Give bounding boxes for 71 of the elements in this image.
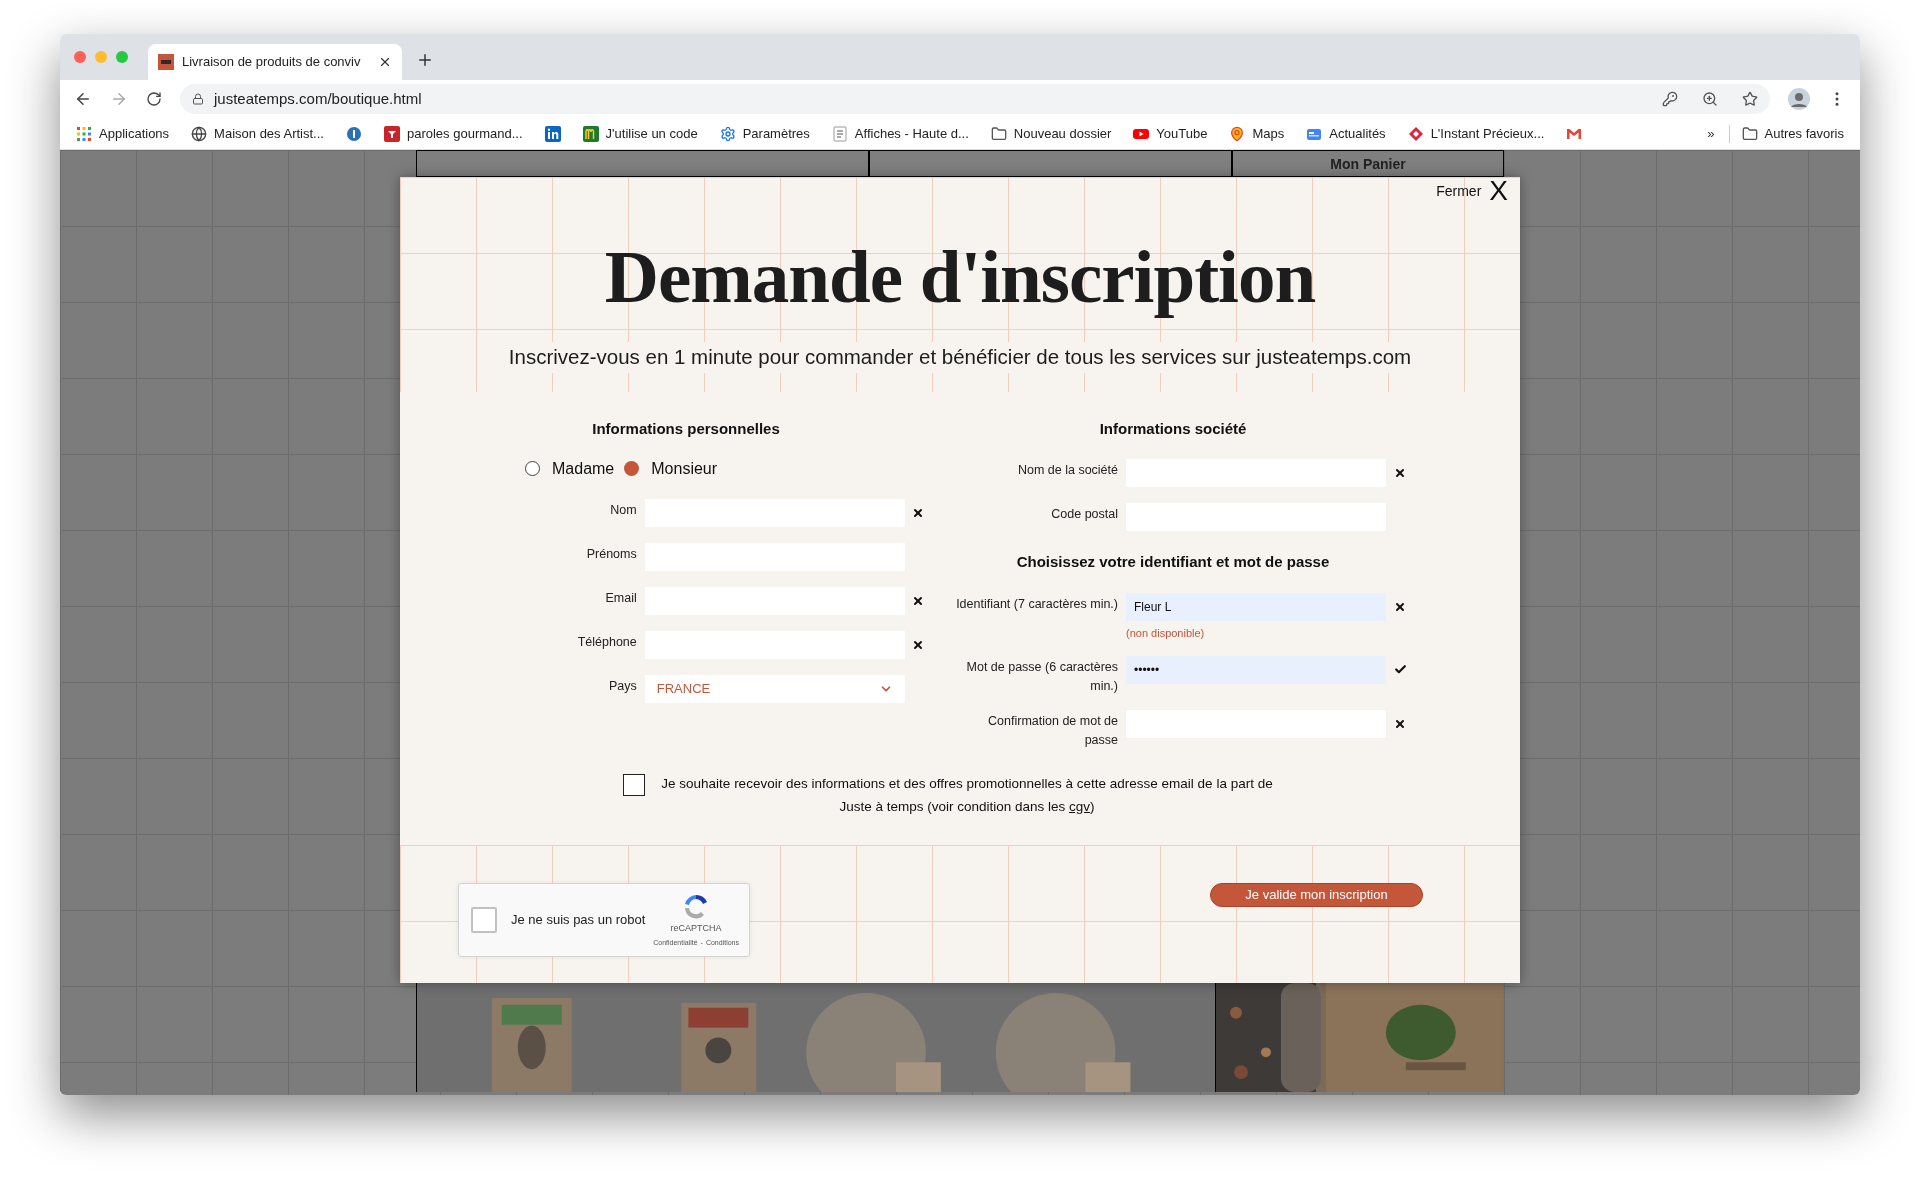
- lock-icon: [192, 93, 204, 105]
- diamond-icon: [1407, 125, 1424, 142]
- close-icon[interactable]: [378, 55, 392, 69]
- modal-subtitle: Inscrivez-vous en 1 minute pour commander et bénéficier de tous les services sur justeatemps.com: [508, 342, 1412, 373]
- field-label: Identifiant (7 caractères min.): [956, 596, 1118, 613]
- globe-icon: [191, 125, 208, 142]
- bookmark[interactable]: Nouveau dossier: [990, 123, 1112, 144]
- country-select[interactable]: FRANCE: [644, 674, 905, 703]
- newsletter-consent-text: Je souhaite recevoir des informations et des offres promotionnelles à cette adresse email de la part de Juste à temps (voir condition dans les cgv): [660, 774, 1274, 816]
- bookmark[interactable]: Paramètres: [719, 123, 810, 144]
- site-logo-icon: [158, 54, 174, 70]
- section-heading: Informations société: [1098, 419, 1248, 439]
- submit-button[interactable]: Je valide mon inscription: [1210, 883, 1423, 907]
- field-label: Nom de la société: [1017, 461, 1118, 479]
- bookmark[interactable]: YouTube: [1133, 123, 1208, 144]
- field-label: Nom: [610, 501, 637, 519]
- gear-icon: [719, 125, 736, 142]
- section-heading: Choisissez votre identifiant et mot de passe: [1015, 551, 1331, 572]
- bookmark[interactable]: L'Instant Précieux...: [1407, 123, 1545, 144]
- field-label: Mot de passe (6 caractères min.): [965, 658, 1118, 695]
- zoom-icon[interactable]: [1702, 91, 1718, 107]
- bookmark[interactable]: Maison des Artist...: [191, 123, 324, 144]
- bookmark[interactable]: Applications: [76, 123, 170, 144]
- bookmark[interactable]: Actualités: [1306, 123, 1386, 144]
- bookmark[interactable]: Maps: [1229, 123, 1285, 144]
- bookmark[interactable]: [544, 125, 561, 142]
- field-label: Prénoms: [586, 545, 637, 563]
- star-icon[interactable]: [1742, 91, 1758, 107]
- folder-icon: [1741, 125, 1758, 142]
- address-bar[interactable]: justeatemps.com/boutique.html: [180, 84, 1770, 114]
- captcha-brand: reCAPTCHA: [670, 922, 722, 935]
- map-pin-icon: [1229, 125, 1246, 142]
- more-bookmarks-button[interactable]: »: [1707, 123, 1715, 144]
- close-button[interactable]: X: [1489, 177, 1508, 205]
- text-field[interactable]: ••••••: [1126, 655, 1386, 684]
- cart-label[interactable]: Mon Panier: [1330, 157, 1406, 176]
- apps-grid-icon: [76, 125, 92, 142]
- folder-icon: [990, 125, 1007, 142]
- text-field[interactable]: Fleur L: [1126, 593, 1386, 621]
- bookmark[interactable]: J'utilise un code: [582, 123, 698, 144]
- bookmark[interactable]: Autres favoris: [1741, 123, 1844, 144]
- radio-option[interactable]: Madame: [525, 456, 615, 481]
- bookmark[interactable]: Affiches - Haute d...: [831, 123, 969, 144]
- close-label[interactable]: Fermer: [1436, 180, 1482, 202]
- flag-square-icon: [383, 125, 400, 142]
- field-label: Email: [605, 589, 637, 607]
- captcha-label: Je ne suis pas un robot: [511, 911, 647, 930]
- field-label: Confirmation de mot de passe: [987, 712, 1118, 749]
- forward-icon[interactable]: [110, 90, 128, 108]
- field-label: Pays: [608, 677, 637, 695]
- document-icon: [831, 125, 848, 142]
- back-icon[interactable]: [74, 90, 92, 108]
- radio-option[interactable]: Monsieur: [624, 456, 718, 481]
- browser-tab[interactable]: Livraison de produits de conviv: [148, 44, 402, 80]
- checkbox[interactable]: [623, 773, 645, 796]
- bookmark[interactable]: paroles gourmand...: [383, 123, 523, 144]
- section-heading: Informations personnelles: [591, 419, 781, 439]
- reload-icon[interactable]: [146, 91, 162, 107]
- linkedin-icon: [544, 125, 561, 142]
- bookmark[interactable]: [345, 125, 362, 142]
- avatar-icon[interactable]: [1788, 88, 1810, 110]
- terms-link[interactable]: cgv: [1069, 798, 1091, 814]
- error-note: (non disponible): [1126, 626, 1206, 641]
- key-icon[interactable]: [1662, 91, 1678, 107]
- tab-title: Livraison de produits de conviv: [182, 53, 362, 72]
- field-label: Code postal: [1051, 505, 1118, 523]
- arches-icon: [582, 125, 599, 142]
- new-tab-icon[interactable]: [416, 51, 434, 69]
- close-window-icon[interactable]: [74, 51, 86, 63]
- field-label: Téléphone: [577, 633, 637, 651]
- badge-icon: [345, 125, 362, 142]
